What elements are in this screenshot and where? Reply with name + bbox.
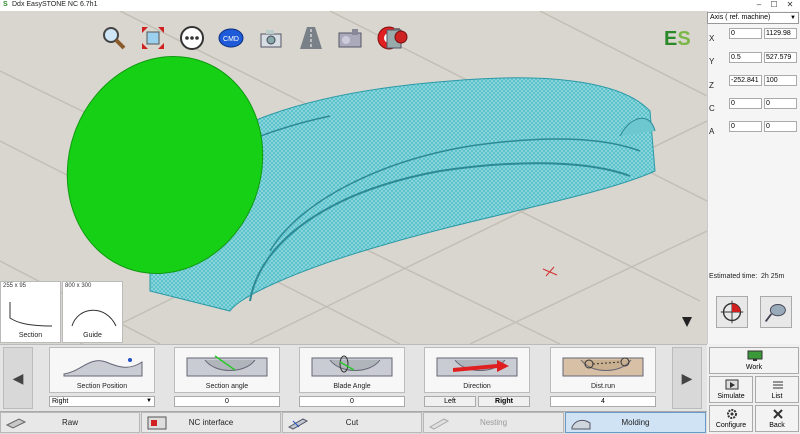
dist-run-icon: [562, 357, 644, 377]
axis-a-value-2: 0: [764, 121, 797, 132]
nesting-icon: [428, 418, 450, 430]
estimated-time-label: Estimated time:: [709, 273, 758, 280]
direction-left-button[interactable]: Left: [424, 396, 476, 407]
tool-probe-icon[interactable]: [760, 296, 792, 328]
chevron-down-icon: ▼: [790, 15, 796, 21]
monitor-icon: [747, 350, 763, 361]
axis-y-value-2: 527.579: [764, 52, 797, 63]
guide-thumbnail-label: Guide: [83, 332, 102, 339]
section-angle-icon: [186, 355, 268, 377]
axis-z-value-2: 100: [764, 75, 797, 86]
axis-x-value-2: 1129.98: [764, 28, 797, 39]
simulate-button[interactable]: Simulate: [709, 376, 753, 403]
direction-card[interactable]: Direction: [424, 347, 530, 393]
cmd-icon[interactable]: CMD: [218, 25, 244, 51]
configure-button[interactable]: Configure: [709, 405, 753, 432]
fit-view-icon[interactable]: [140, 25, 166, 51]
road-icon[interactable]: [298, 25, 324, 51]
cut-icon: [287, 418, 309, 430]
back-button[interactable]: Back: [755, 405, 799, 432]
section-position-select[interactable]: Right ▼: [49, 396, 155, 407]
axis-c-value-2: 0: [764, 98, 797, 109]
scroll-right-button[interactable]: ▶: [672, 347, 702, 409]
guide-profile-icon: [71, 309, 117, 327]
axis-z-value-1: -252.841: [729, 75, 762, 86]
axis-z-label: Z: [709, 81, 714, 90]
tab-nc-interface[interactable]: NC interface: [141, 412, 281, 433]
machine-icon[interactable]: [337, 25, 363, 51]
tab-molding[interactable]: Molding: [565, 412, 706, 433]
list-button[interactable]: List: [755, 376, 799, 403]
estimated-time-value: 2h 25m: [761, 273, 785, 280]
blade-angle-card[interactable]: Blade Angle: [299, 347, 405, 393]
section-profile-icon: [9, 302, 53, 327]
camera-icon[interactable]: [258, 25, 284, 51]
axis-y-value-1: 0.5: [729, 52, 762, 63]
section-thumbnail-label: Section: [18, 332, 43, 339]
axis-c-value-1: 0: [729, 98, 762, 109]
section-position-icon: [63, 358, 143, 377]
section-thumbnail[interactable]: 255 x 95 Section: [0, 281, 61, 343]
work-button[interactable]: Work: [709, 347, 799, 374]
section-angle-input[interactable]: 0: [174, 396, 280, 407]
minimize-button[interactable]: –: [752, 0, 766, 11]
blade-angle-icon: [311, 355, 393, 377]
axis-x-label: X: [709, 34, 715, 43]
zoom-icon[interactable]: [101, 25, 127, 51]
maximize-button[interactable]: ☐: [767, 0, 781, 11]
simulate-icon: [725, 379, 739, 390]
gear-icon: [727, 409, 737, 419]
dist-run-input[interactable]: 4: [550, 396, 656, 407]
more-icon[interactable]: [179, 25, 205, 51]
nc-interface-icon: [147, 416, 167, 430]
close-button[interactable]: ✕: [783, 0, 797, 11]
close-icon: [773, 409, 783, 419]
axis-mode-select[interactable]: Axis ( ref. machine) ▼: [707, 12, 799, 24]
axis-a-value-1: 0: [729, 121, 762, 132]
raw-slab-icon: [5, 418, 27, 429]
easystone-logo: ES: [664, 28, 691, 50]
dist-run-card[interactable]: Dist.run: [550, 347, 656, 393]
robot-icon[interactable]: [383, 25, 409, 51]
direction-right-button[interactable]: Right: [478, 396, 530, 407]
window-title: Ddx EasySTONE NC 6.7h1: [12, 1, 98, 8]
tab-cut[interactable]: Cut: [282, 412, 422, 433]
axis-y-label: Y: [709, 57, 715, 66]
svg-text:CMD: CMD: [223, 36, 239, 43]
list-icon: [773, 381, 783, 389]
blade-angle-input[interactable]: 0: [299, 396, 405, 407]
section-position-card[interactable]: Section Position: [49, 347, 155, 393]
direction-icon: [436, 357, 518, 377]
guide-thumbnail[interactable]: 800 x 300 Guide: [62, 281, 123, 343]
section-angle-card[interactable]: Section angle: [174, 347, 280, 393]
target-tool-icon[interactable]: [716, 296, 748, 328]
app-logo-icon: S: [3, 1, 8, 8]
scroll-left-button[interactable]: ◀: [3, 347, 33, 409]
axis-x-value-1: 0: [729, 28, 762, 39]
axis-c-label: C: [709, 104, 715, 113]
axis-a-label: A: [709, 127, 715, 136]
tab-nesting[interactable]: Nesting: [423, 412, 564, 433]
molding-icon: [571, 419, 591, 430]
tab-raw[interactable]: Raw: [0, 412, 140, 433]
chevron-down-icon: ▼: [146, 398, 152, 404]
